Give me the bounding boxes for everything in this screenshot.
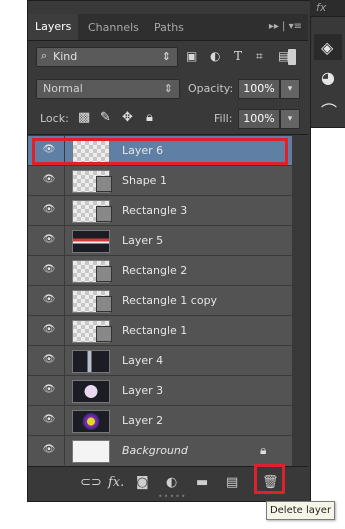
resize-grip[interactable]: ••••• (158, 492, 187, 501)
layers-dock-icon[interactable]: ◈ (321, 38, 333, 57)
link-layers-icon[interactable]: ⊂⊃ (80, 475, 102, 490)
tab-channels[interactable]: Channels (88, 21, 139, 34)
filter-kind-select[interactable]: ⌕ Kind ⇕ (36, 47, 178, 67)
row-divider (64, 406, 65, 435)
adjustment-filter-icon[interactable]: ◐ (210, 49, 220, 63)
layer-name: Background (122, 444, 188, 457)
row-divider (64, 196, 65, 225)
search-icon: ⌕ (41, 49, 48, 62)
opacity-label: Opacity: (188, 82, 234, 95)
lock-all-icon[interactable]: 🔒︎ (146, 110, 153, 125)
visibility-eye-icon[interactable]: 👁︎ (42, 444, 56, 456)
chevron-updown-icon: ⇕ (163, 82, 173, 95)
blend-mode-label: Normal (43, 82, 83, 95)
fx-icon[interactable]: fx. (108, 475, 124, 490)
fill-input[interactable]: 100% (238, 109, 280, 129)
row-divider (64, 286, 65, 315)
panel-tabs: Layers Channels Paths ▸▸ | ▾≡ (28, 14, 308, 41)
layer-row-rectangle-3[interactable]: 👁︎ Rectangle 3 (28, 196, 292, 226)
layer-thumbnail (72, 410, 110, 433)
layer-name: Layer 3 (122, 384, 164, 397)
layer-name: Rectangle 2 (122, 264, 188, 277)
layer-name: Layer 5 (122, 234, 164, 247)
chevron-updown-icon: ⇕ (161, 50, 171, 63)
visibility-eye-icon[interactable]: 👁︎ (42, 324, 56, 336)
new-layer-icon[interactable]: ▤ (226, 475, 238, 490)
lock-transparent-pixels-icon[interactable]: ▩ (78, 110, 90, 125)
vector-mask-icon (96, 296, 112, 312)
opacity-dropdown-button[interactable]: ▾ (280, 79, 300, 99)
row-divider (64, 256, 65, 285)
layer-row-layer-3[interactable]: 👁︎ Layer 3 (28, 376, 292, 406)
filter-toggle[interactable] (288, 49, 296, 65)
vector-mask-icon (96, 266, 112, 282)
fill-label: Fill: (214, 112, 233, 125)
blend-row: Normal ⇕ Opacity: 100% ▾ (28, 74, 308, 104)
layer-name: Rectangle 3 (122, 204, 188, 217)
layer-name: Layer 4 (122, 354, 164, 367)
layer-row-shape-1[interactable]: 👁︎ Shape 1 (28, 166, 292, 196)
layer-row-layer-4[interactable]: 👁︎ Layer 4 (28, 346, 292, 376)
shape-filter-icon[interactable]: ⌗ (256, 49, 263, 64)
row-divider (64, 166, 65, 195)
visibility-eye-icon[interactable]: 👁︎ (42, 174, 56, 186)
type-filter-icon[interactable]: T (234, 49, 242, 63)
lock-icon: 🔒︎ (260, 443, 267, 457)
tab-paths[interactable]: Paths (154, 21, 184, 34)
layers-panel-window: ■ Layers Channels Paths ▸▸ | ▾≡ ⌕ Kind ⇕… (0, 0, 345, 529)
layer-thumbnail (72, 380, 110, 403)
paths-dock-icon[interactable]: ⌒ (321, 98, 337, 122)
delete-layer-tooltip: Delete layer (266, 501, 335, 520)
row-divider (64, 316, 65, 345)
layer-name: Layer 2 (122, 414, 164, 427)
layer-thumbnail (72, 350, 110, 373)
layers-scrollbar[interactable] (292, 136, 308, 466)
vector-mask-icon (96, 326, 112, 342)
layer-row-layer-2[interactable]: 👁︎ Layer 2 (28, 406, 292, 436)
visibility-eye-icon[interactable]: 👁︎ (42, 294, 56, 306)
layer-name: Rectangle 1 copy (122, 294, 218, 307)
layer-name: Shape 1 (122, 174, 167, 187)
vector-mask-icon (96, 176, 112, 192)
dock-fx-label: fx (316, 1, 327, 14)
lock-image-pixels-icon[interactable]: ✎ (100, 110, 111, 125)
visibility-eye-icon[interactable]: 👁︎ (42, 204, 56, 216)
highlight-delete-button (254, 464, 285, 494)
layer-row-rectangle-1[interactable]: 👁︎ Rectangle 1 (28, 316, 292, 346)
new-group-icon[interactable]: ▬ (196, 475, 208, 490)
highlight-selected-layer (32, 138, 288, 165)
row-divider (64, 376, 65, 405)
vector-mask-icon (96, 206, 112, 222)
layers-list: 👁︎ Layer 6 👁︎ Shape 1 👁︎ Rectangle 3 👁︎ … (28, 136, 292, 466)
panel-menu-icon[interactable]: ▸▸ | ▾≡ (269, 21, 302, 32)
lock-position-icon[interactable]: ✥ (122, 110, 133, 125)
lock-row: Lock: ▩ ✎ ✥ 🔒︎ Fill: 100% ▾ (28, 104, 308, 135)
layer-row-background[interactable]: 👁︎ Background 🔒︎ (28, 436, 292, 465)
layer-row-rectangle-1-copy[interactable]: 👁︎ Rectangle 1 copy (28, 286, 292, 316)
filter-kind-label: Kind (53, 50, 78, 63)
opacity-input[interactable]: 100% (238, 79, 280, 99)
layer-row-layer-5[interactable]: 👁︎ Layer 5 (28, 226, 292, 256)
filter-row: ⌕ Kind ⇕ ▣ ◐ T ⌗ ▤ (28, 41, 308, 73)
fill-dropdown-button[interactable]: ▾ (280, 109, 300, 129)
layer-thumbnail (72, 440, 110, 463)
layer-row-rectangle-2[interactable]: 👁︎ Rectangle 2 (28, 256, 292, 286)
image-filter-icon[interactable]: ▣ (186, 49, 197, 63)
visibility-eye-icon[interactable]: 👁︎ (42, 264, 56, 276)
layer-mask-icon[interactable]: ◙ (136, 475, 149, 490)
row-divider (64, 436, 65, 465)
channels-dock-icon[interactable]: ◕ (321, 68, 335, 87)
row-divider (64, 226, 65, 255)
layer-name: Rectangle 1 (122, 324, 188, 337)
lock-label: Lock: (40, 112, 69, 125)
blend-mode-select[interactable]: Normal ⇕ (36, 79, 180, 99)
visibility-eye-icon[interactable]: 👁︎ (42, 234, 56, 246)
adjustment-layer-icon[interactable]: ◐ (166, 475, 177, 490)
visibility-eye-icon[interactable]: 👁︎ (42, 414, 56, 426)
visibility-eye-icon[interactable]: 👁︎ (42, 354, 56, 366)
tab-layers[interactable]: Layers (28, 14, 79, 40)
visibility-eye-icon[interactable]: 👁︎ (42, 384, 56, 396)
row-divider (64, 346, 65, 375)
layer-thumbnail (72, 230, 110, 253)
